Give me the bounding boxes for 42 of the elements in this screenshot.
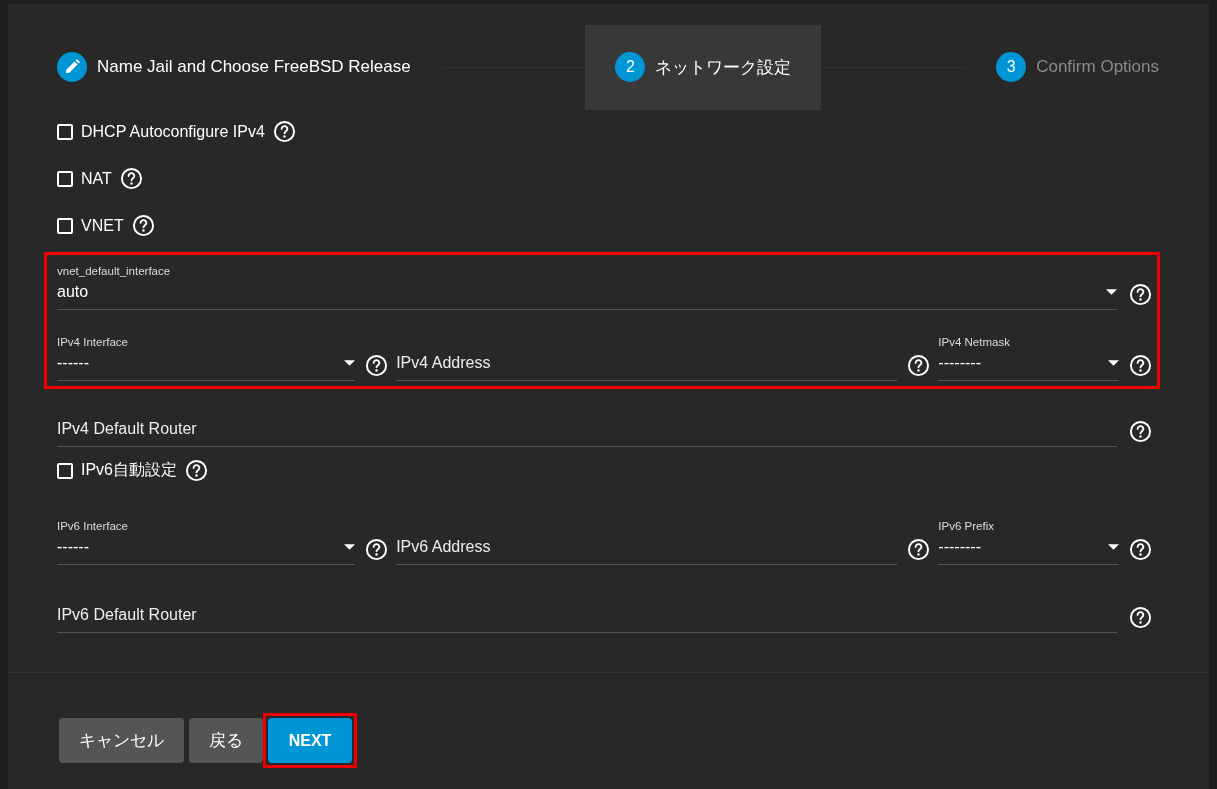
help-icon[interactable] [1129,354,1152,377]
wizard-button[interactable]: 戻る [189,718,263,763]
checkbox-label: IPv6自動設定 [81,460,177,480]
help-icon[interactable] [365,354,389,377]
step-tab[interactable]: Name Jail and Choose FreeBSD Release [57,24,441,110]
input-field[interactable]: IPv6 Address [396,520,898,565]
wizard-button[interactable]: キャンセル [59,718,184,763]
select-field[interactable]: IPv6 Interface ------ [57,520,356,565]
checkbox[interactable] [57,462,73,479]
checkbox[interactable] [57,217,73,234]
checkbox-label: DHCP Autoconfigure IPv4 [81,122,265,141]
help-icon[interactable] [907,354,931,377]
help-icon[interactable] [907,538,931,561]
help-icon[interactable] [1129,420,1152,443]
input-field[interactable]: IPv4 Default Router [57,402,1117,447]
caret-icon [344,544,356,550]
input-field[interactable]: IPv6 Default Router [57,588,1117,633]
select-field[interactable]: IPv6 Prefix -------- [938,520,1119,565]
step-number: 2 [615,52,646,82]
checkbox[interactable] [57,170,73,187]
help-icon[interactable] [1129,606,1152,629]
pencil-icon [57,52,87,82]
help-icon[interactable] [185,459,208,482]
caret-icon [1108,544,1119,550]
checkbox-label: VNET [81,216,124,235]
step-number: 3 [996,52,1027,82]
caret-icon [1108,360,1119,366]
caret-icon [1106,289,1117,295]
checkbox[interactable] [57,123,73,140]
help-icon[interactable] [1129,538,1152,561]
help-icon[interactable] [272,120,296,143]
input-field[interactable]: IPv4 Address [396,336,898,381]
select-field[interactable]: IPv4 Netmask -------- [938,336,1119,381]
step-tab[interactable]: 2 ネットワーク設定 [585,24,822,110]
select-field[interactable]: vnet_default_interface auto [57,265,1117,310]
checkbox-label: NAT [81,169,112,188]
help-icon[interactable] [1129,283,1152,306]
help-icon[interactable] [365,538,389,561]
help-icon[interactable] [119,167,143,190]
select-field[interactable]: IPv4 Interface ------ [57,336,356,381]
help-icon[interactable] [131,214,155,237]
caret-icon [344,360,356,366]
